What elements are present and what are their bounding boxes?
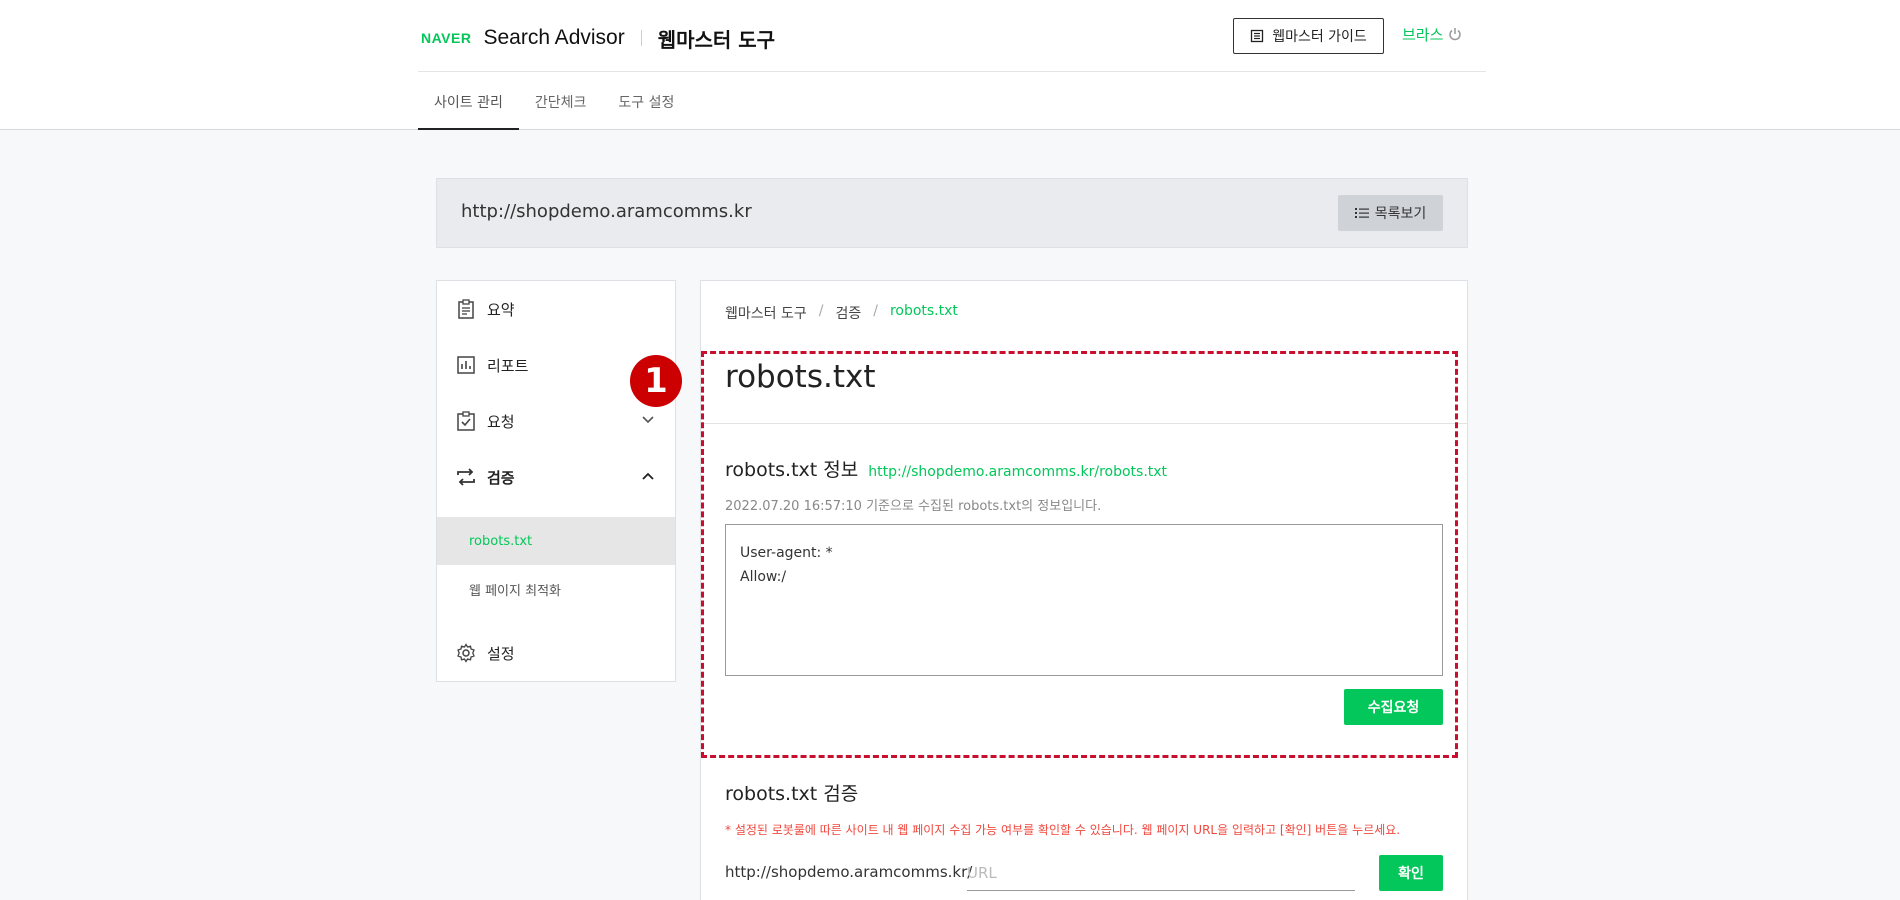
chevron-up-icon[interactable] <box>641 469 655 483</box>
book-icon <box>1251 29 1264 43</box>
sidebar-subitem-web-page-optimization[interactable]: 웹 페이지 최적화 <box>437 565 675 613</box>
bar-chart-icon <box>455 354 477 376</box>
power-icon[interactable] <box>1448 27 1462 41</box>
robots-info-header: robots.txt 정보 http://shopdemo.aramcomms.… <box>725 455 1167 482</box>
sidebar-subitem-label: robots.txt <box>469 533 533 549</box>
divider <box>701 423 1467 424</box>
breadcrumb: 웹마스터 도구 / 검증 / robots.txt <box>725 303 958 323</box>
site-bar: http://shopdemo.aramcomms.kr 목록보기 <box>436 178 1468 248</box>
breadcrumb-separator: / <box>873 303 878 319</box>
sidebar-item-label: 설정 <box>487 644 515 663</box>
gear-icon <box>455 642 477 664</box>
list-icon <box>1354 208 1369 218</box>
breadcrumb-item[interactable]: 검증 <box>835 303 861 323</box>
sidebar-item-settings[interactable]: 설정 <box>437 625 675 681</box>
breadcrumb-separator: / <box>818 303 824 319</box>
tab-label: 간단체크 <box>534 94 587 111</box>
webmaster-guide-button[interactable]: 웹마스터 가이드 <box>1233 18 1384 54</box>
sidebar-subitem-label: 웹 페이지 최적화 <box>469 583 561 599</box>
sidebar-item-label: 검증 <box>487 468 515 487</box>
user-name[interactable]: 브라스 <box>1402 24 1443 45</box>
tab-label: 도구 설정 <box>618 94 675 111</box>
tab-quick-check[interactable]: 간단체크 <box>519 73 603 130</box>
list-view-button[interactable]: 목록보기 <box>1338 195 1443 231</box>
sidebar-item-label: 요약 <box>487 300 515 319</box>
list-view-label: 목록보기 <box>1374 206 1427 222</box>
robots-verify-title: robots.txt 검증 <box>725 783 859 805</box>
verify-url-input[interactable] <box>967 855 1355 891</box>
main-panel: 웹마스터 도구 / 검증 / robots.txt robots.txt rob… <box>700 280 1468 900</box>
robots-verify-note: * 설정된 로봇룰에 따른 사이트 내 웹 페이지 수집 가능 여부를 확인할 … <box>725 823 1401 837</box>
app-title[interactable]: Search Advisor <box>483 26 624 50</box>
clipboard-icon <box>455 298 477 320</box>
annotation-badge: 1 <box>630 355 682 407</box>
collection-date-note: 2022.07.20 16:57:10 기준으로 수집된 robots.txt의… <box>725 499 1102 514</box>
tab-site-management[interactable]: 사이트 관리 <box>418 73 519 130</box>
page-title: robots.txt <box>725 359 876 395</box>
chevron-down-icon[interactable] <box>641 413 655 427</box>
main-tabs: 사이트 관리 간단체크 도구 설정 <box>418 73 690 130</box>
verify-base-url: http://shopdemo.aramcomms.kr/ <box>725 863 973 881</box>
naver-logo[interactable]: NAVER <box>421 30 471 46</box>
repeat-icon <box>455 466 477 488</box>
sidebar-item-verify[interactable]: 검증 <box>437 449 675 505</box>
tab-label: 사이트 관리 <box>434 94 503 111</box>
webmaster-guide-label: 웹마스터 가이드 <box>1272 29 1367 45</box>
breadcrumb-item[interactable]: 웹마스터 도구 <box>725 303 807 323</box>
header-top-bar: NAVER Search Advisor 웹마스터 도구 웹마스터 가이드 브라… <box>418 0 1486 72</box>
app-subtitle[interactable]: 웹마스터 도구 <box>658 24 775 53</box>
top-header: NAVER Search Advisor 웹마스터 도구 웹마스터 가이드 브라… <box>0 0 1900 130</box>
robots-info-title: robots.txt 정보 <box>725 459 859 481</box>
sidebar-item-label: 요청 <box>487 412 515 431</box>
confirm-button[interactable]: 확인 <box>1379 855 1443 891</box>
collect-request-button[interactable]: 수집요청 <box>1344 689 1443 725</box>
sidebar-item-summary[interactable]: 요약 <box>437 281 675 337</box>
brand[interactable]: NAVER Search Advisor 웹마스터 도구 <box>421 22 775 54</box>
robots-content-box: User-agent: * Allow:/ <box>725 524 1443 676</box>
site-url: http://shopdemo.aramcomms.kr <box>461 201 752 222</box>
sidebar-subitem-robots-txt[interactable]: robots.txt <box>437 517 675 565</box>
robots-file-link[interactable]: http://shopdemo.aramcomms.kr/robots.txt <box>868 464 1167 480</box>
sidebar-item-label: 리포트 <box>487 356 529 375</box>
clipboard-check-icon <box>455 410 477 432</box>
breadcrumb-current: robots.txt <box>889 303 958 319</box>
brand-divider <box>640 30 642 46</box>
tab-tool-settings[interactable]: 도구 설정 <box>602 73 690 130</box>
header-inner: NAVER Search Advisor 웹마스터 도구 웹마스터 가이드 브라… <box>418 0 1486 130</box>
sidebar: 요약 리포트 요청 검증 robots.txt 웹 페이지 최적화 설정 <box>436 280 676 682</box>
